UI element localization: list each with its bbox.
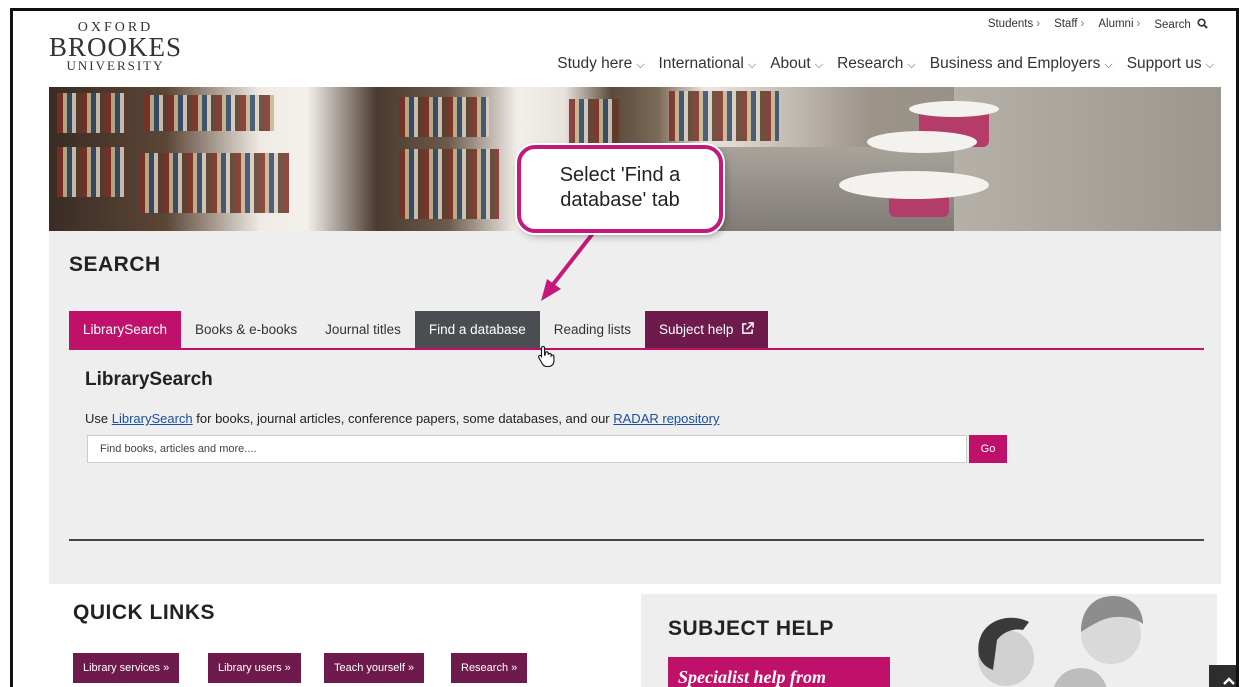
utility-nav: Students › Staff › Alumni › Search [988, 18, 1208, 31]
chevron-up-icon [1223, 677, 1235, 685]
nav-business-employers[interactable]: Business and Employers ⌵ [930, 55, 1113, 73]
utility-staff-link[interactable]: Staff › [1054, 18, 1084, 31]
tab-subject-help[interactable]: Subject help [645, 311, 769, 349]
quick-links-heading: QUICK LINKS [73, 601, 215, 624]
browser-viewport: OXFORD BROOKES UNIVERSITY Students › Staf… [10, 8, 1239, 687]
librarysearch-description: Use LibrarySearch for books, journal art… [85, 411, 720, 426]
subject-help-heading: SUBJECT HELP [668, 617, 834, 640]
utility-alumni-link[interactable]: Alumni › [1098, 18, 1140, 31]
nav-study-here[interactable]: Study here ⌵ [557, 55, 644, 73]
chevron-down-icon: ⌵ [747, 59, 757, 71]
librarysearch-input[interactable]: Find books, articles and more.... [87, 435, 967, 463]
tab-find-a-database[interactable]: Find a database [414, 311, 540, 349]
tab-books-ebooks[interactable]: Books & e-books [181, 311, 311, 349]
radar-repository-link[interactable]: RADAR repository [613, 411, 719, 426]
go-button[interactable]: Go [969, 435, 1007, 463]
logo-line-2: BROOKES [49, 32, 183, 62]
utility-search-link[interactable]: Search [1154, 18, 1208, 31]
nav-support-us[interactable]: Support us ⌵ [1127, 55, 1214, 73]
quick-link-library-users[interactable]: Library users » [208, 653, 301, 683]
chevron-down-icon: ⌵ [907, 59, 916, 71]
logo-line-3: UNIVERSITY [66, 58, 165, 73]
utility-students-link[interactable]: Students › [988, 18, 1040, 31]
quick-link-research[interactable]: Research » [451, 653, 528, 683]
callout-line-2: database' tab [560, 189, 680, 211]
search-heading: SEARCH [69, 253, 161, 276]
nav-international[interactable]: International ⌵ [659, 55, 757, 73]
librarysearch-title: LibrarySearch [85, 369, 213, 390]
callout-line-1: Select 'Find a [559, 164, 681, 186]
nav-about[interactable]: About ⌵ [770, 55, 823, 73]
tab-journal-titles[interactable]: Journal titles [311, 311, 415, 349]
panel-divider [69, 539, 1204, 541]
hand-pointer-icon [537, 345, 555, 367]
subject-help-banner[interactable]: Specialist help from [668, 657, 890, 687]
people-illustration-icon [978, 596, 1143, 687]
librarysearch-link[interactable]: LibrarySearch [112, 411, 193, 426]
chevron-down-icon: ⌵ [636, 59, 645, 71]
external-link-icon [742, 322, 754, 334]
tab-underline [69, 348, 1204, 350]
main-nav: Study here ⌵ International ⌵ About ⌵ Resear… [557, 55, 1214, 73]
subject-help-banner-text: Specialist help from [678, 667, 826, 687]
brookes-logo[interactable]: OXFORD BROOKES UNIVERSITY [49, 20, 182, 72]
quick-link-teach-yourself[interactable]: Teach yourself » [324, 653, 425, 683]
tab-librarysearch[interactable]: LibrarySearch [69, 311, 182, 349]
search-tabs: LibrarySearch Books & e-books Journal ti… [69, 311, 769, 349]
search-icon [1197, 18, 1208, 29]
search-panel: SEARCH LibrarySearch Books & e-books Jou… [49, 231, 1221, 584]
quick-link-library-services[interactable]: Library services » [73, 653, 180, 683]
back-to-top-button[interactable] [1209, 665, 1236, 687]
instruction-callout: Select 'Find a database' tab [517, 145, 723, 233]
chevron-down-icon: ⌵ [1205, 59, 1214, 71]
subject-help-section: SUBJECT HELP Specialist help from [641, 594, 1217, 687]
chevron-down-icon: ⌵ [814, 59, 824, 71]
tab-reading-lists[interactable]: Reading lists [540, 311, 645, 349]
chevron-down-icon: ⌵ [1104, 59, 1113, 71]
nav-research[interactable]: Research ⌵ [837, 55, 916, 73]
